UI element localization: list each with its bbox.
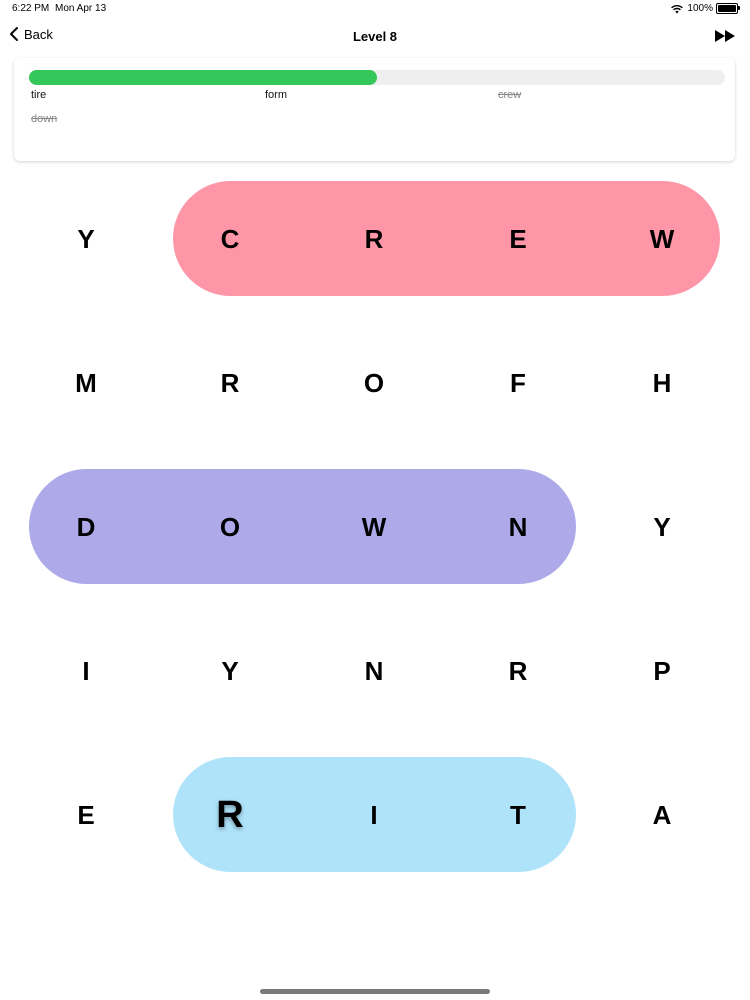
grid-letter[interactable]: R xyxy=(468,641,568,701)
fast-forward-icon[interactable] xyxy=(714,29,736,43)
grid-letter[interactable]: W xyxy=(612,209,712,269)
progress-bar xyxy=(29,70,725,85)
grid-letter[interactable]: Y xyxy=(180,641,280,701)
grid-letter[interactable]: D xyxy=(36,497,136,557)
wifi-icon xyxy=(671,4,684,13)
grid-letter[interactable]: N xyxy=(324,641,424,701)
status-right: 100% xyxy=(670,3,740,14)
battery-percent: 100% xyxy=(687,3,713,14)
grid-letter[interactable]: I xyxy=(36,641,136,701)
status-bar: 6:22 PM Mon Apr 13 100% xyxy=(0,0,750,18)
grid-letter[interactable]: T xyxy=(468,785,568,845)
grid-letter[interactable]: E xyxy=(468,209,568,269)
grid-letter[interactable]: I xyxy=(324,785,424,845)
page-title: Level 8 xyxy=(352,29,398,44)
nav-bar: Back Level 8 xyxy=(0,22,750,52)
grid-letter[interactable]: R xyxy=(180,353,280,413)
grid-letter[interactable]: E xyxy=(36,785,136,845)
grid-letter[interactable]: C xyxy=(180,209,280,269)
grid-letter[interactable]: H xyxy=(612,353,712,413)
progress-fill xyxy=(29,70,377,85)
status-date: Mon Apr 13 xyxy=(55,3,107,14)
word-tire: tire xyxy=(31,89,47,101)
status-time: 6:22 PM xyxy=(12,3,50,14)
grid-letter-selected[interactable]: R xyxy=(180,785,280,845)
grid-letter[interactable]: A xyxy=(612,785,712,845)
grid-letter[interactable]: R xyxy=(324,209,424,269)
grid-letter[interactable]: M xyxy=(36,353,136,413)
word-form: form xyxy=(265,89,287,101)
grid-letter[interactable]: F xyxy=(468,353,568,413)
grid-letter[interactable]: N xyxy=(468,497,568,557)
word-down: down xyxy=(31,113,58,125)
grid-letter[interactable]: W xyxy=(324,497,424,557)
progress-card: tire form crew down xyxy=(14,58,735,161)
home-indicator xyxy=(260,989,490,994)
grid-letter[interactable]: O xyxy=(324,353,424,413)
word-crew: crew xyxy=(498,89,522,101)
grid-letter[interactable]: Y xyxy=(36,209,136,269)
battery-icon xyxy=(716,3,740,14)
grid-letter[interactable]: P xyxy=(612,641,712,701)
grid-letter[interactable]: O xyxy=(180,497,280,557)
grid-letter[interactable]: Y xyxy=(612,497,712,557)
